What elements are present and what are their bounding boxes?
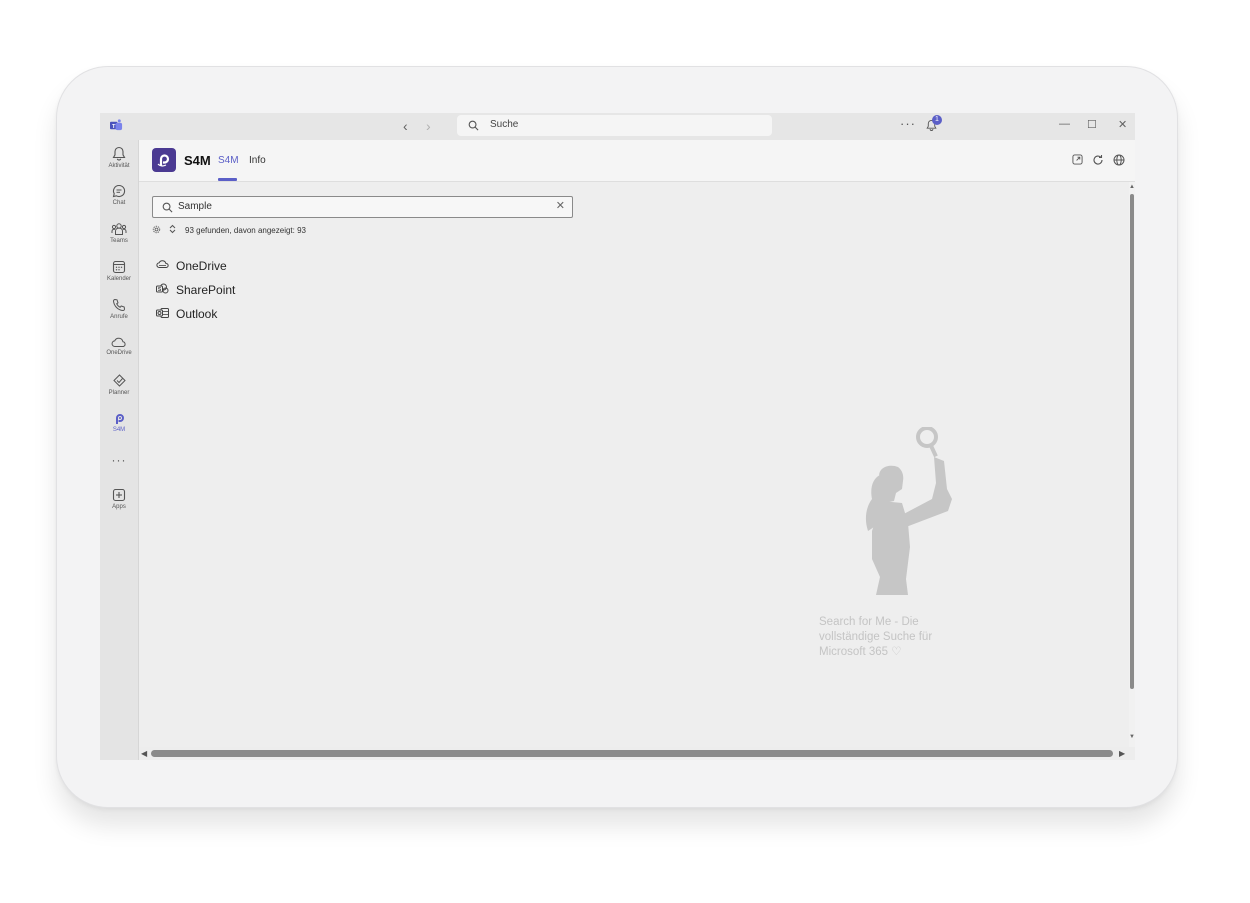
globe-icon[interactable] [1113,154,1125,166]
teams-window: T ‹ › Suche ··· 1 — ☐ ✕ Aktivität Chat T… [100,113,1135,760]
scroll-up-icon[interactable]: ▲ [1129,184,1135,190]
cloud-icon [111,337,126,347]
rail-label: Teams [110,238,128,244]
rail-label: S4M [112,427,126,433]
more-options-button[interactable]: ··· [900,116,916,131]
s4m-icon [116,414,124,424]
rail-item-chat[interactable]: Chat [100,184,138,206]
minimize-button[interactable]: — [1059,118,1070,130]
sort-icon[interactable] [169,224,176,234]
tab-s4m[interactable]: S4M [218,155,239,166]
search-icon [162,202,173,213]
global-search-placeholder: Suche [490,119,519,130]
add-apps-icon [112,488,126,502]
rail-item-aktivitaet[interactable]: Aktivität [100,146,138,169]
rail-label: Kalender [106,276,132,282]
teams-logo-icon: T [110,119,123,131]
forward-icon[interactable]: › [426,118,431,134]
rail-item-anrufe[interactable]: Anrufe [100,298,138,320]
rail-more-button[interactable]: ··· [100,453,138,467]
scroll-down-icon[interactable]: ▼ [1129,734,1135,740]
rail-item-teams[interactable]: Teams [100,222,138,244]
search-icon [468,120,479,131]
result-count: 93 gefunden, davon angezeigt: 93 [185,226,306,235]
planner-icon [112,374,126,387]
horizontal-scrollbar[interactable]: ◀ ▶ [139,747,1135,760]
popout-icon[interactable] [1072,154,1083,165]
source-label: Outlook [176,307,218,321]
notification-badge: 1 [932,115,942,125]
teams-icon [111,223,127,235]
app-header: S4M S4M Info [139,140,1135,182]
app-content: Sample ✕ 93 gefunden, davon angezeigt: 9… [139,182,1129,760]
s4m-app-icon [152,148,176,172]
tagline: Search for Me - Die vollständige Suche f… [819,616,933,658]
rail-item-planner[interactable]: Planner [100,373,138,396]
vertical-scrollbar[interactable]: ▲ ▼ [1129,182,1135,760]
app-title: S4M [184,153,211,168]
refresh-icon[interactable] [1092,154,1104,166]
app-rail: Aktivität Chat Teams Kalender Anrufe One… [100,140,139,760]
vertical-scroll-thumb[interactable] [1130,194,1134,689]
rail-label: OneDrive [106,350,132,356]
rail-item-s4m[interactable]: S4M [100,412,138,433]
tab-info[interactable]: Info [249,155,266,166]
back-icon[interactable]: ‹ [403,118,408,134]
search-value: Sample [178,201,212,212]
maximize-button[interactable]: ☐ [1087,118,1097,131]
bell-icon [112,146,126,161]
horizontal-scroll-thumb[interactable] [151,750,1113,757]
clear-search-icon[interactable]: ✕ [556,199,565,212]
svg-text:T: T [112,124,116,130]
calendar-icon [112,260,126,274]
gear-icon[interactable] [152,225,161,234]
title-bar: T ‹ › Suche ··· 1 — ☐ ✕ [100,113,1135,140]
phone-icon [113,298,126,311]
search-input[interactable]: Sample ✕ [152,196,573,218]
search-silhouette-illustration [865,427,952,595]
onedrive-icon [156,260,169,268]
rail-label: Planner [108,390,130,396]
rail-item-kalender[interactable]: Kalender [100,260,138,282]
outlook-icon [156,308,169,318]
rail-label: Apps [112,504,126,510]
source-label: OneDrive [176,259,227,273]
scroll-right-icon[interactable]: ▶ [1119,749,1125,758]
chat-icon [112,184,126,198]
close-button[interactable]: ✕ [1118,118,1127,131]
rail-item-apps[interactable]: Apps [100,488,138,510]
rail-item-onedrive[interactable]: OneDrive [100,337,138,356]
global-search-input[interactable]: Suche [457,115,772,136]
scroll-left-icon[interactable]: ◀ [141,749,147,758]
sharepoint-icon: S [156,283,169,294]
rail-label: Anrufe [110,314,128,320]
rail-label: Chat [112,200,126,206]
active-tab-indicator [218,178,237,181]
rail-label: Aktivität [108,163,130,169]
source-label: SharePoint [176,283,236,297]
